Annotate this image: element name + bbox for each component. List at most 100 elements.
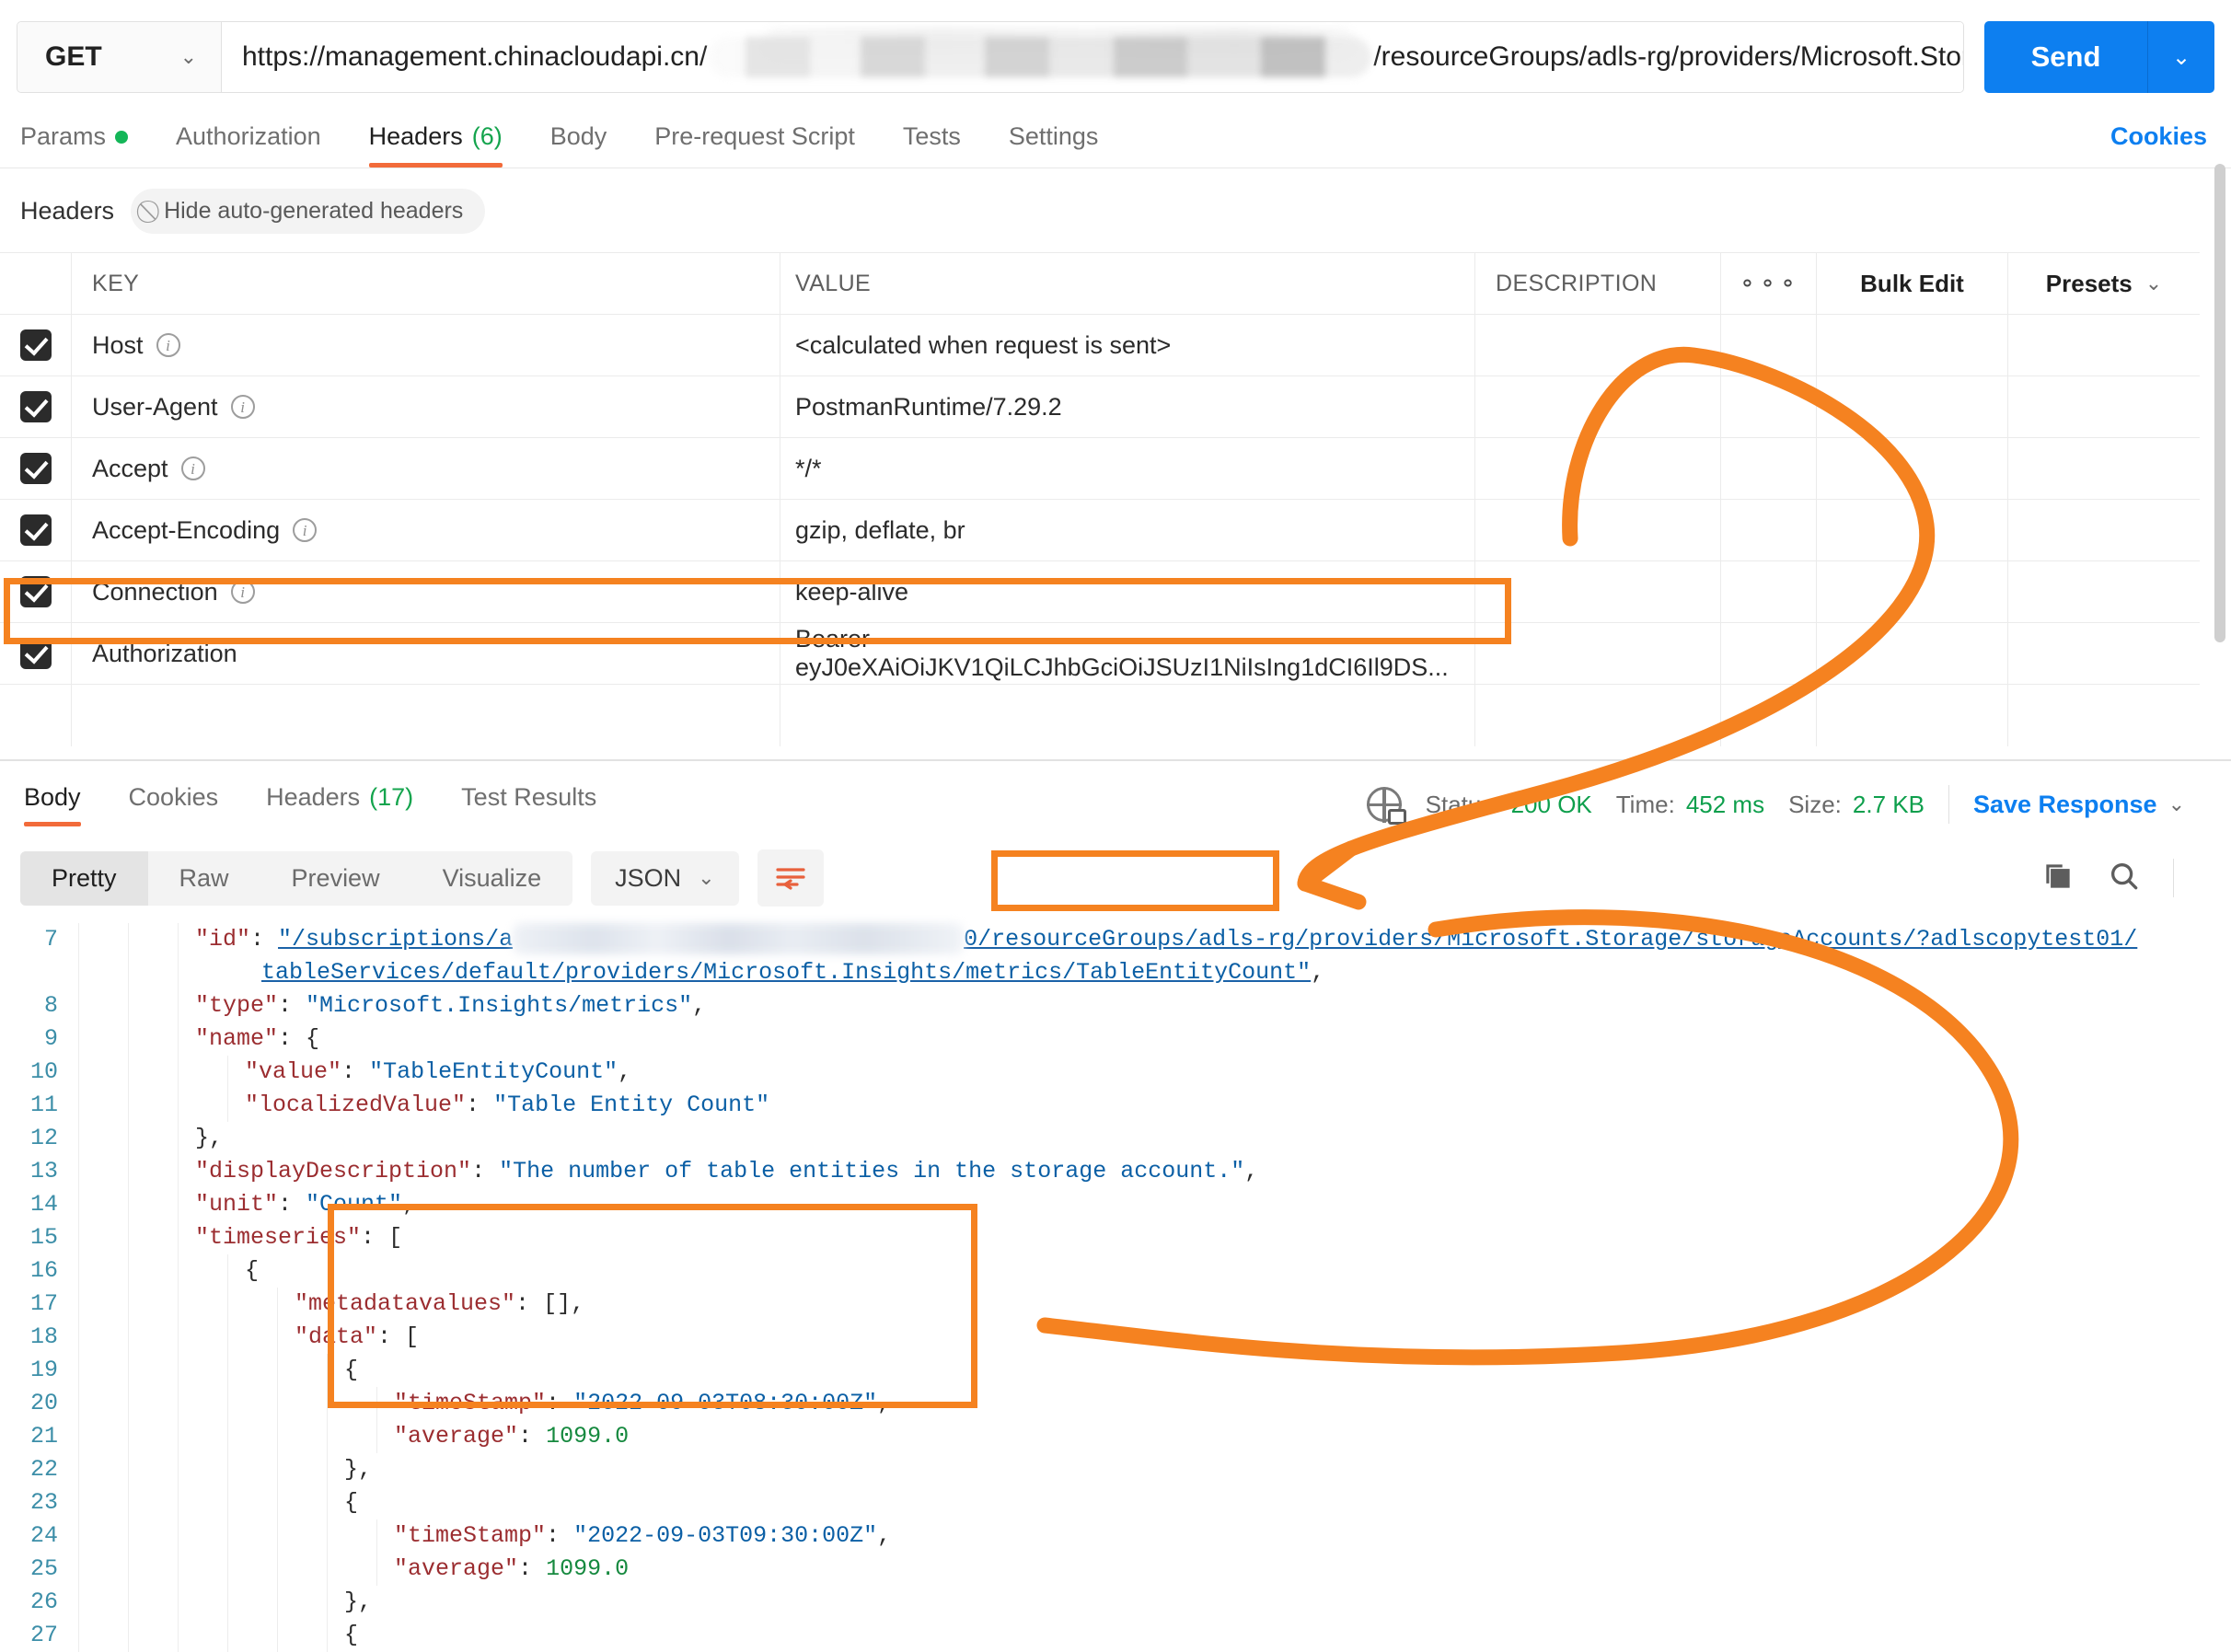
info-icon[interactable]: i: [181, 456, 205, 480]
info-icon[interactable]: i: [293, 518, 317, 542]
header-value: gzip, deflate, br: [795, 516, 965, 545]
indent-guides: [79, 923, 179, 989]
table-row-empty[interactable]: [0, 685, 2200, 746]
language-selector[interactable]: JSON ⌄: [591, 851, 738, 906]
http-method-label: GET: [45, 41, 102, 73]
more-options-icon[interactable]: ⚬⚬⚬: [1738, 271, 1798, 297]
code-line: 17"metadatavalues": [],: [0, 1288, 2231, 1321]
presets-chevron-down-icon[interactable]: ⌄: [2145, 271, 2162, 295]
select-all-cell[interactable]: [0, 253, 72, 314]
save-response-chevron-down-icon[interactable]: ⌄: [2168, 792, 2185, 816]
code-text: "timeStamp": "2022-09-03T09:30:00Z",: [377, 1519, 2231, 1553]
word-wrap-icon: [775, 864, 806, 892]
row-checkbox[interactable]: [20, 576, 52, 607]
response-tab-headers[interactable]: Headers (17): [242, 783, 437, 826]
table-row[interactable]: Accept-Encoding i gzip, deflate, br: [0, 500, 2200, 561]
body-format-toolbar: Pretty Raw Preview Visualize JSON ⌄: [0, 831, 2231, 923]
format-button-group: Pretty Raw Preview Visualize: [20, 851, 572, 906]
table-row[interactable]: User-Agent i PostmanRuntime/7.29.2: [0, 376, 2200, 438]
header-value: Bearer eyJ0eXAiOiJKV1QiLCJhbGciOiJSUzI1N…: [795, 625, 1474, 682]
search-icon[interactable]: [2107, 859, 2142, 898]
line-number: 19: [0, 1354, 79, 1387]
tab-pre-request-script[interactable]: Pre-request Script: [630, 122, 879, 168]
format-pretty-button[interactable]: Pretty: [20, 851, 148, 906]
indent-guides: [79, 1553, 377, 1586]
code-line: 12},: [0, 1122, 2231, 1155]
column-header-value: VALUE: [795, 271, 871, 297]
url-prefix-text: https://management.chinacloudapi.cn/: [242, 41, 707, 73]
tab-authorization-label: Authorization: [176, 122, 321, 151]
response-tab-test-results[interactable]: Test Results: [437, 783, 620, 826]
response-tab-cookies[interactable]: Cookies: [105, 783, 243, 826]
save-response-button[interactable]: Save Response ⌄: [1973, 791, 2185, 819]
code-text: "localizedValue": "Table Entity Count": [228, 1089, 2231, 1122]
header-key: User-Agent: [92, 393, 218, 422]
send-options-chevron-down-icon[interactable]: ⌄: [2148, 21, 2214, 93]
row-checkbox[interactable]: [20, 638, 52, 669]
tab-authorization[interactable]: Authorization: [152, 122, 345, 168]
info-icon[interactable]: i: [156, 333, 180, 357]
code-text: {: [228, 1254, 2231, 1288]
info-icon[interactable]: i: [231, 395, 255, 419]
line-number: 27: [0, 1619, 79, 1652]
table-row[interactable]: Host i <calculated when request is sent>: [0, 315, 2200, 376]
code-text: },: [328, 1586, 2231, 1619]
code-line: 9"name": {: [0, 1022, 2231, 1056]
copy-icon[interactable]: [2040, 859, 2075, 898]
size-value: 2.7 KB: [1853, 791, 1925, 819]
line-number: 14: [0, 1188, 79, 1221]
code-line: 18"data": [: [0, 1321, 2231, 1354]
time-label: Time:: [1616, 791, 1675, 819]
header-value: */*: [795, 455, 822, 483]
format-raw-button[interactable]: Raw: [148, 851, 260, 906]
line-number: 21: [0, 1420, 79, 1453]
table-row[interactable]: Connection i keep-alive: [0, 561, 2200, 623]
params-modified-dot-icon: [115, 131, 128, 144]
hide-auto-generated-headers-button[interactable]: ⃠ Hide auto-generated headers: [131, 189, 485, 234]
row-checkbox[interactable]: [20, 453, 52, 484]
row-checkbox[interactable]: [20, 391, 52, 422]
bulk-edit-button[interactable]: Bulk Edit: [1860, 270, 1964, 298]
response-tab-body[interactable]: Body: [20, 783, 105, 826]
tab-headers[interactable]: Headers (6): [345, 122, 526, 168]
response-body-code[interactable]: 7"id": "/subscriptions/a0/resourceGroups…: [0, 923, 2231, 1652]
code-line: 7"id": "/subscriptions/a0/resourceGroups…: [0, 923, 2231, 989]
code-text: {: [328, 1486, 2231, 1519]
tab-headers-label: Headers: [369, 122, 463, 151]
headers-scrollbar[interactable]: [2214, 164, 2225, 642]
cookies-link[interactable]: Cookies: [2110, 122, 2207, 151]
table-row[interactable]: Accept i */*: [0, 438, 2200, 500]
indent-guides: [79, 1122, 179, 1155]
tab-settings-label: Settings: [1009, 122, 1099, 151]
indent-guides: [79, 1519, 377, 1553]
url-input[interactable]: https://management.chinacloudapi.cn/ /re…: [222, 22, 1963, 92]
tab-body[interactable]: Body: [526, 122, 631, 168]
word-wrap-button[interactable]: [757, 849, 824, 907]
row-checkbox[interactable]: [20, 514, 52, 546]
info-icon[interactable]: i: [231, 580, 255, 604]
http-method-selector[interactable]: GET ⌄: [17, 22, 222, 92]
header-value: PostmanRuntime/7.29.2: [795, 393, 1062, 422]
presets-button[interactable]: Presets: [2046, 270, 2133, 298]
send-button[interactable]: Send: [1984, 21, 2148, 93]
request-tab-bar: Params Authorization Headers (6) Body Pr…: [0, 101, 2231, 168]
indent-guides: [79, 1022, 179, 1056]
tab-tests[interactable]: Tests: [879, 122, 985, 168]
line-number: 8: [0, 989, 79, 1022]
format-visualize-button[interactable]: Visualize: [411, 851, 573, 906]
table-row-authorization[interactable]: Authorization Bearer eyJ0eXAiOiJKV1QiLCJ…: [0, 623, 2200, 685]
tab-params[interactable]: Params: [17, 122, 152, 168]
line-number: 16: [0, 1254, 79, 1288]
tab-settings[interactable]: Settings: [985, 122, 1123, 168]
code-line: 14"unit": "Count",: [0, 1188, 2231, 1221]
code-line: 23{: [0, 1486, 2231, 1519]
line-number: 25: [0, 1553, 79, 1586]
format-preview-button[interactable]: Preview: [260, 851, 411, 906]
indent-guides: [79, 1188, 179, 1221]
line-number: 9: [0, 1022, 79, 1056]
line-number: 7: [0, 923, 79, 989]
status-label: Status:: [1426, 791, 1500, 819]
row-checkbox[interactable]: [20, 329, 52, 361]
indent-guides: [79, 1089, 228, 1122]
indent-guides: [79, 1221, 179, 1254]
